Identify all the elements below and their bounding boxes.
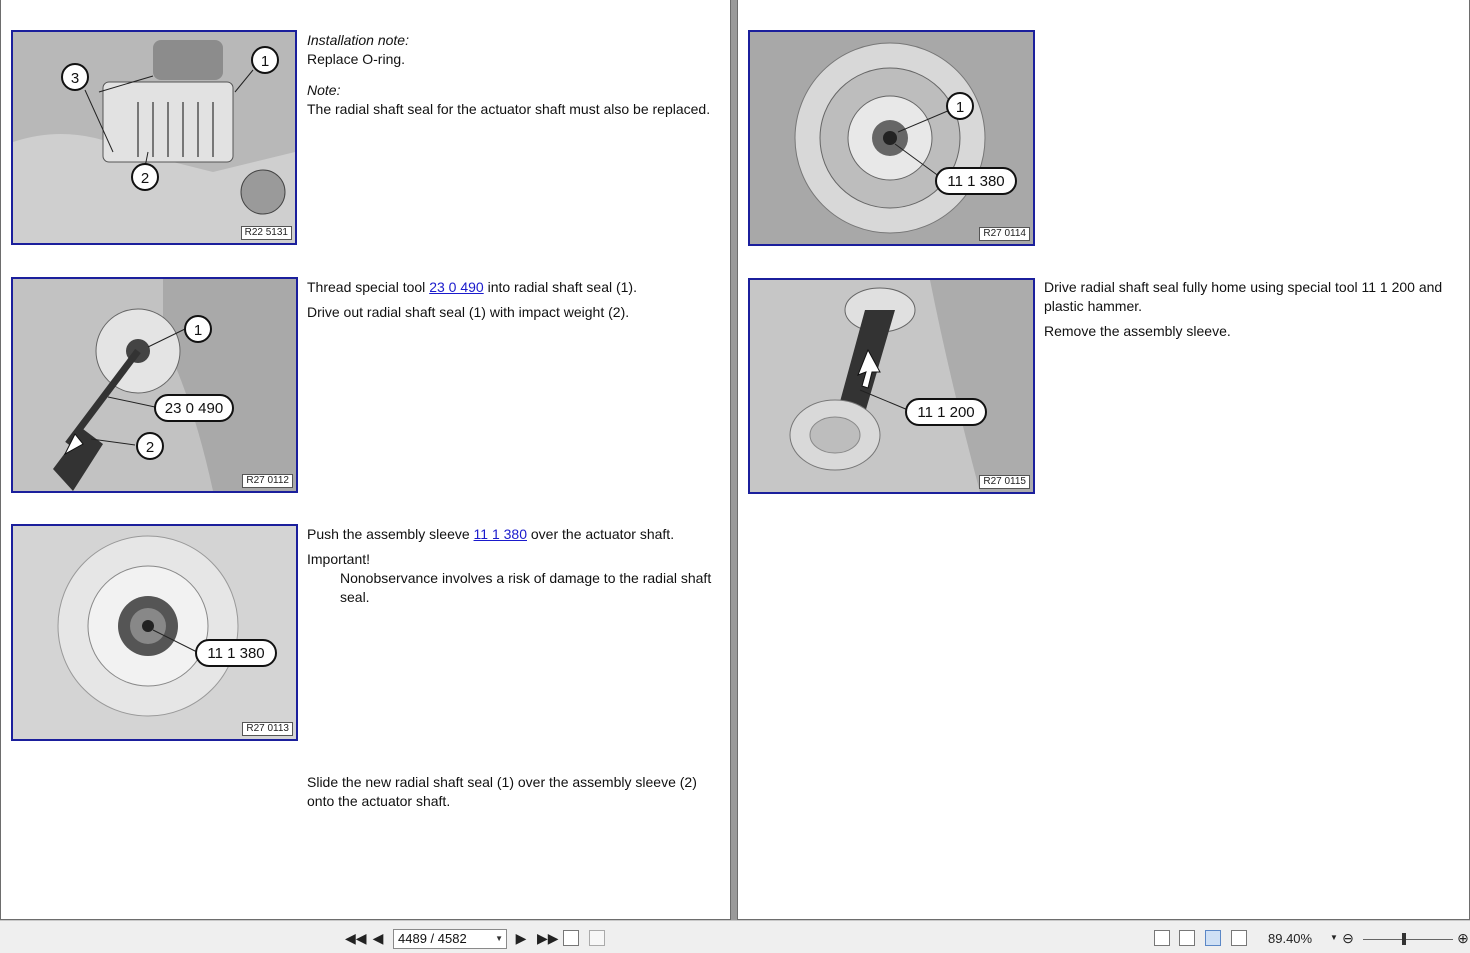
callout-tool-11-1-380: 11 1 380 <box>207 645 264 662</box>
figure-reference: R27 0115 <box>979 475 1030 489</box>
note-title: Note: <box>307 82 341 98</box>
step3-line1-suffix: over the actuator shaft. <box>527 526 675 542</box>
note-text: The radial shaft seal for the actuator s… <box>307 101 711 117</box>
figure-reference: R27 0112 <box>242 474 293 488</box>
viewer-toolbar: ◀◀ ◀ 4489 / 4582 ▼ ▶ ▶▶ 89.40% ▼ ⊖ ⊕ <box>0 920 1470 953</box>
seal-drive-in-illustration: 11 1 200 <box>750 280 1033 492</box>
callout-3: 3 <box>71 70 79 87</box>
page-indicator: 4489 / 4582 <box>398 931 467 946</box>
go-back-view-icon[interactable] <box>563 930 579 946</box>
seal-removal-illustration: 1 23 0 490 2 <box>13 279 296 491</box>
figure-r22-5131: 3 1 2 R22 5131 <box>11 30 297 245</box>
step4-text: Slide the new radial shaft seal (1) over… <box>307 773 717 817</box>
sleeve-on-shaft-illustration: 1 11 1 380 <box>750 32 1033 244</box>
callout-1: 1 <box>261 53 269 70</box>
continuous-facing-view-icon[interactable] <box>1231 930 1247 946</box>
page-right: 1 11 1 380 R27 0114 11 1 200 R27 0115 Dr… <box>737 0 1470 920</box>
go-forward-view-icon[interactable] <box>589 930 605 946</box>
first-page-icon[interactable]: ◀◀ <box>345 930 367 946</box>
zoom-slider-thumb[interactable] <box>1402 933 1406 945</box>
figure-r27-0112: 1 23 0 490 2 R27 0112 <box>11 277 298 493</box>
figure-r27-0113: 11 1 380 R27 0113 <box>11 524 298 741</box>
step1-text: Installation note: Replace O-ring. Note:… <box>307 31 717 125</box>
assembly-sleeve-illustration: 11 1 380 <box>13 526 296 739</box>
step6-line2: Remove the assembly sleeve. <box>1044 323 1231 339</box>
callout-tool-23-0-490: 23 0 490 <box>165 400 223 417</box>
figure-reference: R27 0114 <box>979 227 1030 241</box>
figure-reference: R22 5131 <box>240 226 292 240</box>
zoom-level[interactable]: 89.40% <box>1268 931 1312 946</box>
figure-r27-0115: 11 1 200 R27 0115 <box>748 278 1035 494</box>
step6-text: Drive radial shaft seal fully home using… <box>1044 278 1454 347</box>
callout-tool-11-1-200: 11 1 200 <box>917 404 974 421</box>
step2-line1-suffix: into radial shaft seal (1). <box>483 279 637 295</box>
last-page-icon[interactable]: ▶▶ <box>537 930 559 946</box>
previous-page-icon[interactable]: ◀ <box>370 930 386 946</box>
actuator-housing-illustration: 3 1 2 <box>13 32 295 243</box>
chevron-down-icon[interactable]: ▼ <box>495 930 503 948</box>
zoom-slider-track[interactable] <box>1363 939 1453 940</box>
step2-line1-prefix: Thread special tool <box>307 279 430 295</box>
tool-link-11-1-380[interactable]: 11 1 380 <box>474 526 527 542</box>
callout-1: 1 <box>194 322 202 339</box>
important-title: Important! <box>307 551 371 567</box>
installation-note-text: Replace O-ring. <box>307 51 406 67</box>
continuous-view-icon[interactable] <box>1179 930 1195 946</box>
step2-line2: Drive out radial shaft seal (1) with imp… <box>307 304 630 320</box>
important-text: Nonobservance involves a risk of damage … <box>340 570 712 605</box>
step6-line1: Drive radial shaft seal fully home using… <box>1044 279 1443 314</box>
callout-2: 2 <box>146 439 154 456</box>
page-left: 3 1 2 R22 5131 Installation note: Replac… <box>0 0 731 920</box>
document-viewport[interactable]: 3 1 2 R22 5131 Installation note: Replac… <box>0 0 1470 920</box>
next-page-icon[interactable]: ▶ <box>513 930 529 946</box>
figure-reference: R27 0113 <box>242 722 293 736</box>
facing-pages-view-icon[interactable] <box>1205 930 1221 946</box>
single-page-view-icon[interactable] <box>1154 930 1170 946</box>
step3-text: Push the assembly sleeve 11 1 380 over t… <box>307 525 717 613</box>
callout-2: 2 <box>141 170 149 187</box>
step2-text: Thread special tool 23 0 490 into radial… <box>307 278 717 328</box>
callout-1: 1 <box>956 99 964 116</box>
installation-note-title: Installation note: <box>307 32 409 48</box>
step3-line1-prefix: Push the assembly sleeve <box>307 526 474 542</box>
tool-link-23-0-490[interactable]: 23 0 490 <box>429 279 484 295</box>
zoom-out-icon[interactable]: ⊖ <box>1340 930 1356 946</box>
page-number-input[interactable]: 4489 / 4582 ▼ <box>393 929 507 949</box>
figure-r27-0114: 1 11 1 380 R27 0114 <box>748 30 1035 246</box>
zoom-in-icon[interactable]: ⊕ <box>1455 930 1470 946</box>
callout-tool-11-1-380: 11 1 380 <box>947 173 1004 190</box>
step4-line: Slide the new radial shaft seal (1) over… <box>307 774 697 809</box>
